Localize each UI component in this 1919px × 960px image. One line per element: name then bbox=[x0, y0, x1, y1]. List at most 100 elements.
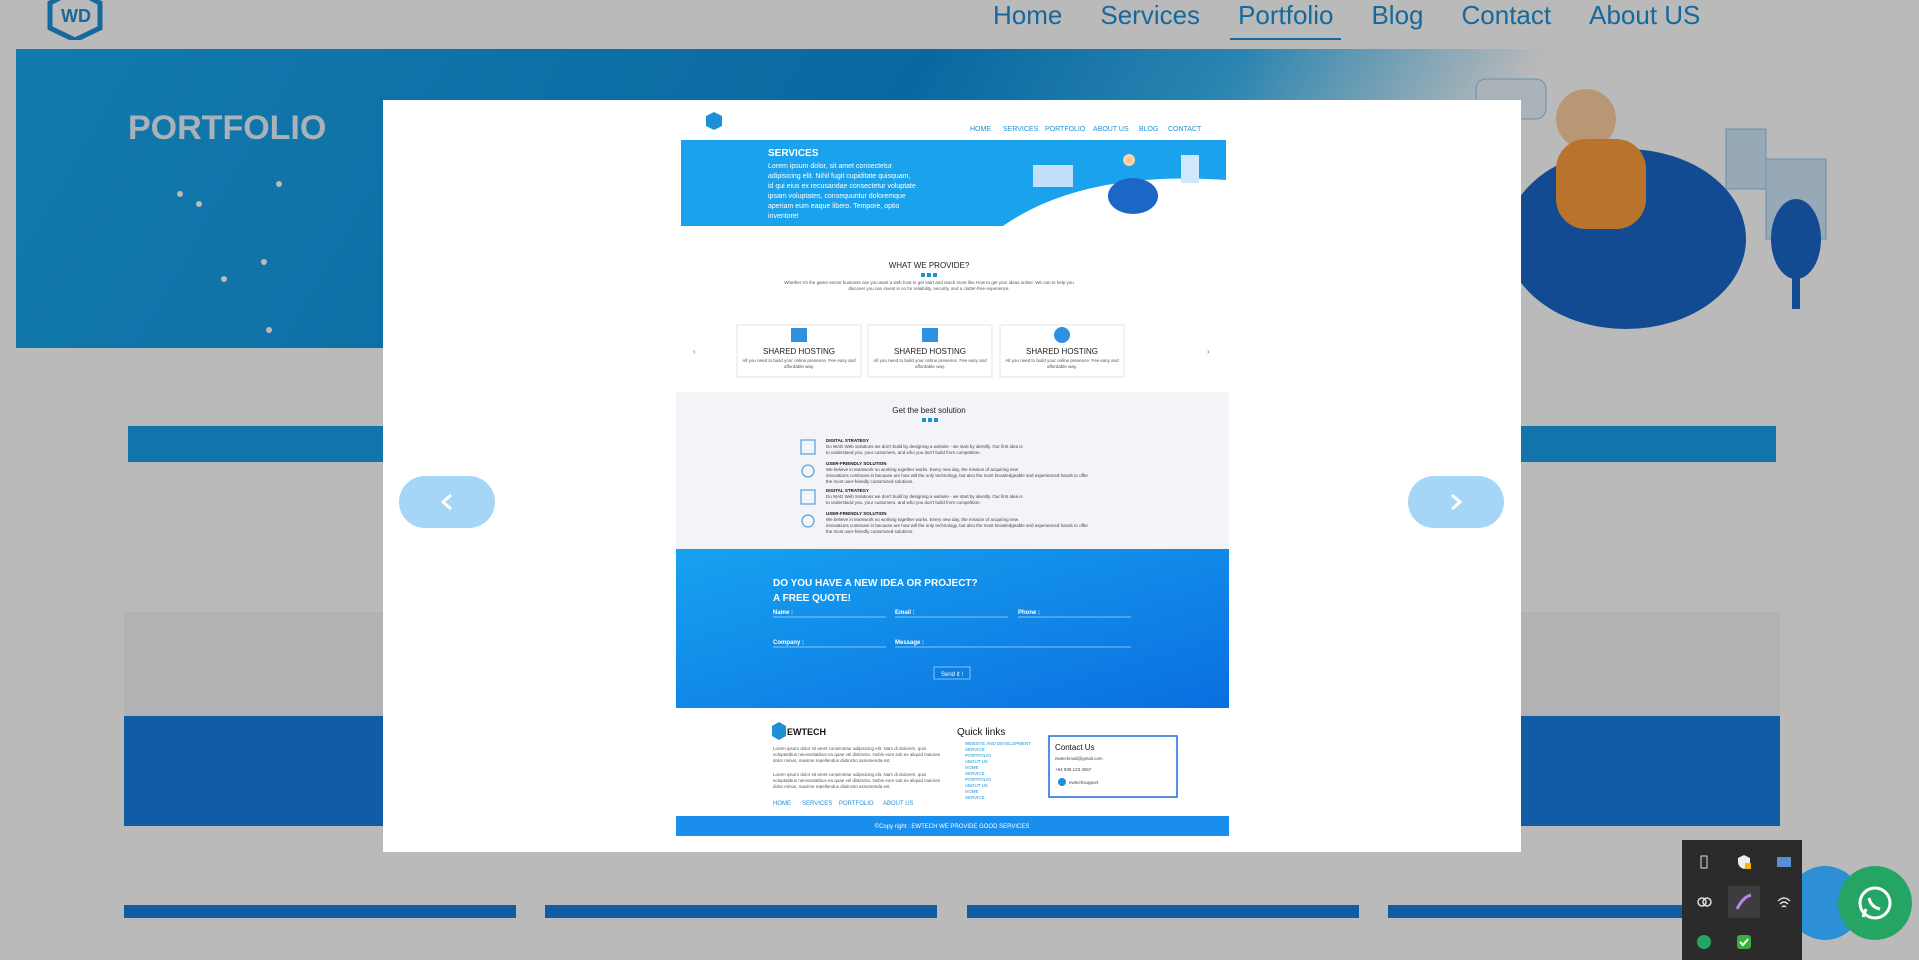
svg-text:+84 938 123 4567: +84 938 123 4567 bbox=[1055, 767, 1092, 772]
chevron-right-icon bbox=[1451, 493, 1463, 511]
svg-text:DO YOU HAVE A NEW IDEA OR PROJ: DO YOU HAVE A NEW IDEA OR PROJECT? bbox=[773, 578, 978, 589]
svg-text:the most user-friendly customi: the most user-friendly customized soluti… bbox=[826, 529, 914, 534]
svg-text:Whether it's the game-sector b: Whether it's the game-sector business ca… bbox=[784, 280, 1074, 285]
svg-text:affordable way.: affordable way. bbox=[1047, 364, 1077, 369]
preview-next-icon: › bbox=[1207, 347, 1210, 356]
svg-text:the most user-friendly customi: the most user-friendly customized soluti… bbox=[826, 479, 914, 484]
preview-nav-home: HOME bbox=[970, 126, 991, 133]
svg-text:EWTECH: EWTECH bbox=[787, 727, 826, 737]
svg-text:voluptatibus necessitatibus ea: voluptatibus necessitatibus ea quae vel … bbox=[773, 752, 941, 757]
next-slide-button[interactable] bbox=[1408, 476, 1504, 528]
svg-text:ABOUT US: ABOUT US bbox=[965, 759, 988, 764]
preview-banner-title: SERVICES bbox=[768, 148, 819, 159]
preview-nav-about: ABOUT US bbox=[1093, 126, 1129, 133]
svg-text:DIGITAL STRATEGY: DIGITAL STRATEGY bbox=[826, 438, 869, 443]
svg-text:Phone :: Phone : bbox=[1018, 610, 1040, 616]
svg-text:SERVICE: SERVICE bbox=[965, 771, 985, 776]
svg-text:We believe in teamwork so work: We believe in teamwork so working togeth… bbox=[826, 517, 1019, 522]
svg-text:Get the best solution: Get the best solution bbox=[892, 406, 965, 415]
svg-text:to understand you, your custom: to understand you, your customers, and w… bbox=[826, 500, 981, 505]
system-tray-popup bbox=[1682, 840, 1802, 960]
svg-text:HOME: HOME bbox=[965, 789, 979, 794]
svg-text:aperiam eum eaque libero. Temp: aperiam eum eaque libero. Tempore, optio bbox=[768, 203, 900, 210]
wifi-icon[interactable] bbox=[1772, 890, 1796, 914]
whatsapp-button[interactable] bbox=[1838, 866, 1912, 940]
svg-text:SHARED HOSTING: SHARED HOSTING bbox=[894, 347, 966, 356]
preview-card: SHARED HOSTING All you need to build you… bbox=[867, 324, 993, 378]
svg-text:PORTFOLIO: PORTFOLIO bbox=[965, 753, 991, 758]
svg-text:to understand you, your custom: to understand you, your customers, and w… bbox=[826, 450, 981, 455]
svg-text:©Copy right : EWTECH WE PROVID: ©Copy right : EWTECH WE PROVIDE GOOD SER… bbox=[875, 823, 1030, 830]
preview-header: HOME SERVICES PORTFOLIO ABOUT US BLOG CO… bbox=[706, 112, 1202, 133]
chevron-left-icon bbox=[440, 493, 452, 511]
svg-text:PORTFOLIO: PORTFOLIO bbox=[839, 801, 874, 807]
usb-icon[interactable] bbox=[1692, 850, 1716, 874]
svg-text:dolor minus, maxime repellendu: dolor minus, maxime repellendus distinct… bbox=[773, 784, 891, 789]
svg-text:DIGITAL STRATEGY: DIGITAL STRATEGY bbox=[826, 488, 869, 493]
svg-text:ewtechsupport: ewtechsupport bbox=[1069, 780, 1099, 785]
svg-text:Lorem ipsum dolor, sit amet co: Lorem ipsum dolor, sit amet consectetur bbox=[768, 163, 893, 170]
lightbox-modal: HOME SERVICES PORTFOLIO ABOUT US BLOG CO… bbox=[383, 100, 1521, 852]
svg-text:Contact Us: Contact Us bbox=[1055, 743, 1095, 752]
svg-text:USER-FRIENDLY SOLUTION: USER-FRIENDLY SOLUTION bbox=[826, 461, 887, 466]
preview-nav-blog: BLOG bbox=[1139, 126, 1158, 133]
svg-text:SERVICE: SERVICE bbox=[965, 747, 985, 752]
svg-text:Name :: Name : bbox=[773, 610, 793, 616]
svg-text:All you need to build your onl: All you need to build your online presen… bbox=[873, 358, 987, 363]
svg-text:SHARED HOSTING: SHARED HOSTING bbox=[763, 347, 835, 356]
svg-text:All you need to build your onl: All you need to build your online presen… bbox=[1005, 358, 1119, 363]
svg-text:affordable way.: affordable way. bbox=[915, 364, 945, 369]
svg-text:Quick links: Quick links bbox=[957, 727, 1005, 738]
svg-text:dolor minus, maxime repellendu: dolor minus, maxime repellendus distinct… bbox=[773, 758, 891, 763]
svg-text:Message :: Message : bbox=[895, 640, 924, 646]
svg-text:A FREE QUOTE!: A FREE QUOTE! bbox=[773, 593, 851, 604]
svg-text:Lorem ipsum dolor sit amet con: Lorem ipsum dolor sit amet consectetur a… bbox=[773, 746, 927, 751]
link-icon[interactable] bbox=[1692, 890, 1716, 914]
svg-text:ABOUT US: ABOUT US bbox=[965, 783, 988, 788]
svg-text:HOME: HOME bbox=[965, 765, 979, 770]
svg-text:SHARED HOSTING: SHARED HOSTING bbox=[1026, 347, 1098, 356]
check-shield-icon[interactable] bbox=[1732, 930, 1756, 954]
preview-provide-title: WHAT WE PROVIDE? bbox=[889, 261, 970, 270]
feather-icon[interactable] bbox=[1728, 886, 1760, 918]
preview-card: SHARED HOSTING All you need to build you… bbox=[999, 324, 1125, 378]
svg-text:id qui eius ex recusandae cons: id qui eius ex recusandae consectetur vo… bbox=[768, 183, 916, 190]
preview-quote-section bbox=[676, 549, 1229, 708]
svg-text:Do WAD Web Solutions we don't: Do WAD Web Solutions we don't build by d… bbox=[826, 444, 1023, 449]
svg-text:ipsam voluptates, consequuntur: ipsam voluptates, consequuntur doloremqu… bbox=[768, 193, 906, 200]
preview-footer: EWTECH Lorem ipsum dolor sit amet consec… bbox=[676, 722, 1229, 836]
svg-text:discover you can invest in so: discover you can invest in so for reliab… bbox=[848, 286, 1009, 291]
svg-text:SERVICE: SERVICE bbox=[965, 795, 985, 800]
svg-text:voluptatibus necessitatibus ea: voluptatibus necessitatibus ea quae vel … bbox=[773, 778, 941, 783]
preview-nav-services: SERVICES bbox=[1003, 126, 1039, 133]
whatsapp-tray-icon[interactable] bbox=[1692, 930, 1716, 954]
preview-send-button: Send it ! bbox=[941, 672, 963, 678]
svg-text:Do WAD Web Solutions we don't: Do WAD Web Solutions we don't build by d… bbox=[826, 494, 1023, 499]
prev-slide-button[interactable] bbox=[399, 476, 495, 528]
preview-nav-portfolio: PORTFOLIO bbox=[1045, 126, 1086, 133]
display-icon[interactable] bbox=[1772, 850, 1796, 874]
svg-text:Lorem ipsum dolor sit amet con: Lorem ipsum dolor sit amet consectetur a… bbox=[773, 772, 927, 777]
svg-text:HOME: HOME bbox=[773, 801, 791, 807]
svg-text:USER-FRIENDLY SOLUTION: USER-FRIENDLY SOLUTION bbox=[826, 511, 887, 516]
svg-text:PORTFOLIO: PORTFOLIO bbox=[965, 777, 991, 782]
preview-nav-contact: CONTACT bbox=[1168, 126, 1202, 133]
svg-text:innovations continues in becau: innovations continues in because are how… bbox=[826, 473, 1089, 478]
svg-text:We believe in teamwork so work: We believe in teamwork so working togeth… bbox=[826, 467, 1019, 472]
svg-text:ewtechmail@gmail.com: ewtechmail@gmail.com bbox=[1055, 756, 1103, 761]
svg-text:SERVICES: SERVICES bbox=[802, 801, 832, 807]
svg-text:innovations continues in becau: innovations continues in because are how… bbox=[826, 523, 1089, 528]
svg-text:ABOUT US: ABOUT US bbox=[883, 801, 914, 807]
website-preview: HOME SERVICES PORTFOLIO ABOUT US BLOG CO… bbox=[676, 112, 1229, 836]
svg-text:Email :: Email : bbox=[895, 610, 915, 616]
svg-text:WEBSITE AND DEVELOPMENT: WEBSITE AND DEVELOPMENT bbox=[965, 741, 1031, 746]
whatsapp-icon bbox=[1858, 886, 1892, 920]
svg-text:affordable way.: affordable way. bbox=[784, 364, 814, 369]
svg-text:inventore!: inventore! bbox=[768, 213, 799, 220]
preview-prev-icon: ‹ bbox=[693, 347, 696, 356]
preview-card: SHARED HOSTING All you need to build you… bbox=[736, 324, 862, 378]
svg-text:Company :: Company : bbox=[773, 640, 804, 646]
svg-text:adipisicing elit. Nihil fugit: adipisicing elit. Nihil fugit cupiditate… bbox=[768, 173, 910, 180]
svg-text:All you need to build your onl: All you need to build your online presen… bbox=[742, 358, 856, 363]
shield-icon[interactable] bbox=[1732, 850, 1756, 874]
